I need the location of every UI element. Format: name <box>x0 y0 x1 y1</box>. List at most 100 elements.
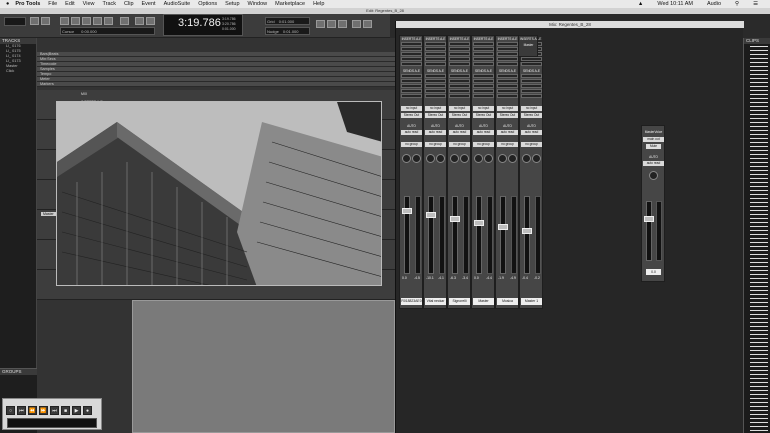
insert-slot[interactable] <box>473 57 494 61</box>
send-slot[interactable] <box>497 74 518 78</box>
volume-readout[interactable]: -6.3 <box>450 276 456 280</box>
floating-strip-io[interactable]: main out <box>643 137 664 142</box>
wifi-icon[interactable]: ▲ <box>638 1 643 7</box>
input-selector[interactable]: no input <box>425 106 446 111</box>
insert-slot[interactable] <box>401 57 422 61</box>
track-name-plate[interactable]: Musica <box>497 298 518 305</box>
go-to-end-icon[interactable]: ⏭ <box>50 406 59 415</box>
insert-slot[interactable] <box>473 52 494 56</box>
fader-cap[interactable] <box>498 224 508 230</box>
menu-file[interactable]: File <box>48 1 57 7</box>
send-slot[interactable] <box>449 84 470 88</box>
pencil-tool-button[interactable] <box>93 17 102 25</box>
automation-mode-selector[interactable]: auto read <box>497 130 518 135</box>
pan-knob[interactable] <box>474 154 483 163</box>
input-selector[interactable]: no input <box>473 106 494 111</box>
group-selector[interactable]: no group <box>401 142 422 147</box>
send-slot[interactable] <box>449 94 470 98</box>
pan-knob[interactable] <box>436 154 445 163</box>
ruler-markers[interactable]: Markers <box>37 82 395 87</box>
menu-track[interactable]: Track <box>102 1 116 7</box>
send-slot[interactable] <box>449 79 470 83</box>
insert-slot[interactable] <box>497 62 518 66</box>
menu-options[interactable]: Options <box>198 1 217 7</box>
track-name-plate[interactable]: R018823AE0 <box>401 298 422 305</box>
menu-view[interactable]: View <box>83 1 95 7</box>
pan-knob[interactable] <box>402 154 411 163</box>
send-slot[interactable] <box>401 89 422 93</box>
automation-mode-selector[interactable]: auto read <box>401 130 422 135</box>
audio-clip[interactable] <box>132 300 395 433</box>
track-list-item[interactable]: Click <box>0 69 36 74</box>
play-icon[interactable]: ▶ <box>72 406 81 415</box>
insert-slot[interactable] <box>521 62 542 66</box>
menu-marketplace[interactable]: Marketplace <box>275 1 305 7</box>
fast-forward-icon[interactable]: ⏩ <box>39 406 48 415</box>
pan-knob[interactable] <box>522 154 531 163</box>
grid-display[interactable]: Grid 0:01.000 <box>265 17 310 25</box>
menu-clock[interactable]: Wed 10:11 AM <box>657 1 693 7</box>
insert-slot[interactable] <box>401 62 422 66</box>
output-selector[interactable]: Stereo Out <box>449 113 470 118</box>
pan-knob[interactable] <box>412 154 421 163</box>
insert-slot[interactable] <box>449 47 470 51</box>
group-selector[interactable]: no group <box>497 142 518 147</box>
list-icon[interactable]: ☰ <box>753 1 758 7</box>
insert-slot[interactable] <box>449 57 470 61</box>
clips-list[interactable] <box>750 46 768 431</box>
insert-slot[interactable] <box>497 42 518 46</box>
send-slot[interactable] <box>449 89 470 93</box>
insert-slot[interactable] <box>449 42 470 46</box>
input-selector[interactable]: no input <box>449 106 470 111</box>
track-name-plate[interactable]: Vital neckar <box>425 298 446 305</box>
peak-readout[interactable]: -0.2 <box>534 276 540 280</box>
automation-mode-selector[interactable]: auto read <box>521 130 542 135</box>
groups-header[interactable]: GROUPS <box>0 369 37 375</box>
online-icon[interactable]: ○ <box>6 406 15 415</box>
apple-icon[interactable]: ● <box>6 1 9 7</box>
insert-slot[interactable] <box>425 52 446 56</box>
insert-slot[interactable] <box>497 47 518 51</box>
automation-mode-selector[interactable]: auto read <box>449 130 470 135</box>
search-icon[interactable]: ⚲ <box>735 1 739 7</box>
insert-slot[interactable] <box>449 62 470 66</box>
floating-fader-cap[interactable] <box>644 216 654 222</box>
pan-knob[interactable] <box>426 154 435 163</box>
send-slot[interactable] <box>401 94 422 98</box>
track-name-plate[interactable]: Signorelli <box>449 298 470 305</box>
output-selector[interactable]: Stereo Out <box>473 113 494 118</box>
fader-cap[interactable] <box>450 216 460 222</box>
peak-readout[interactable]: -4.9 <box>510 276 516 280</box>
insert-slot[interactable] <box>425 57 446 61</box>
selector-tool-button[interactable] <box>71 17 80 25</box>
volume-readout[interactable]: -0.4 <box>522 276 528 280</box>
send-slot[interactable] <box>497 84 518 88</box>
fader-cap[interactable] <box>402 208 412 214</box>
volume-readout[interactable]: 0.0 <box>474 276 479 280</box>
loop-button[interactable] <box>352 20 361 28</box>
insert-slot[interactable] <box>473 42 494 46</box>
send-slot[interactable] <box>521 94 542 98</box>
input-selector[interactable]: no input <box>401 106 422 111</box>
send-slot[interactable] <box>425 74 446 78</box>
insert-slot[interactable] <box>425 47 446 51</box>
send-slot[interactable] <box>473 89 494 93</box>
insert-slot[interactable] <box>425 42 446 46</box>
volume-fader[interactable] <box>524 196 530 274</box>
volume-fader[interactable] <box>428 196 434 274</box>
grabber-tool-button[interactable] <box>82 17 91 25</box>
floating-pan-knob[interactable] <box>649 171 658 180</box>
group-selector[interactable]: no group <box>449 142 470 147</box>
send-slot[interactable] <box>425 89 446 93</box>
volume-readout[interactable]: -10.1 <box>426 276 434 280</box>
send-slot[interactable] <box>425 79 446 83</box>
play-button[interactable] <box>327 20 336 28</box>
menu-audiosuite[interactable]: AudioSuite <box>164 1 191 7</box>
main-counter[interactable]: 3:19.786 3:19.786 3:20.786 0:01.000 <box>163 14 243 36</box>
send-slot[interactable] <box>473 79 494 83</box>
send-slot[interactable] <box>449 74 470 78</box>
track-name-plate[interactable]: Master 1 <box>521 298 542 305</box>
pan-knob[interactable] <box>484 154 493 163</box>
send-slot[interactable] <box>401 74 422 78</box>
insert-slot[interactable] <box>401 47 422 51</box>
